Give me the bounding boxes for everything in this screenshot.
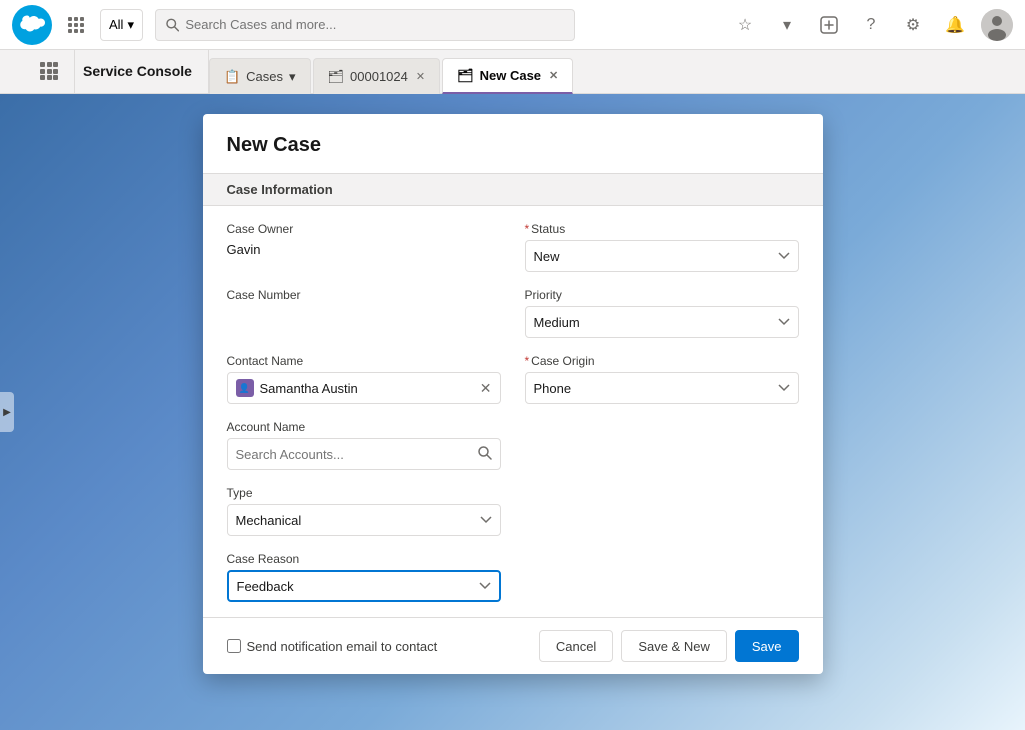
- case-origin-select[interactable]: Phone Email Web: [525, 372, 799, 404]
- notification-checkbox[interactable]: [227, 639, 241, 653]
- priority-label: Priority: [525, 288, 799, 302]
- contact-clear-button[interactable]: ✕: [480, 380, 492, 397]
- account-name-input[interactable]: [236, 447, 472, 462]
- form-row-1: Case Owner Gavin * Status New Working Es…: [227, 222, 799, 272]
- account-name-field: Account Name: [227, 420, 501, 470]
- search-input[interactable]: [185, 17, 564, 32]
- priority-select[interactable]: Low Medium High: [525, 306, 799, 338]
- search-filter-select[interactable]: All ▾: [100, 9, 143, 41]
- modal-footer: Send notification email to contact Cance…: [203, 617, 823, 674]
- notification-checkbox-label[interactable]: Send notification email to contact: [247, 639, 438, 654]
- type-spacer: [525, 486, 799, 536]
- modal-body: Case Owner Gavin * Status New Working Es…: [203, 206, 823, 617]
- tab-new-case[interactable]: 🗂 New Case ✕: [442, 58, 573, 94]
- sidebar-toggle[interactable]: ▶: [0, 392, 14, 432]
- favorites-dropdown-button[interactable]: ▾: [771, 9, 803, 41]
- contact-name-label: Contact Name: [227, 354, 501, 368]
- top-nav: All ▾ ☆ ▾ ? ⚙ 🔔: [0, 0, 1025, 50]
- save-and-new-button[interactable]: Save & New: [621, 630, 727, 662]
- case-reason-spacer: [525, 552, 799, 602]
- form-row-2: Case Number Priority Low Medium High: [227, 288, 799, 338]
- type-label: Type: [227, 486, 501, 500]
- add-button[interactable]: [813, 9, 845, 41]
- contact-name-input[interactable]: 👤 Samantha Austin ✕: [227, 372, 501, 404]
- status-select[interactable]: New Working Escalated Closed: [525, 240, 799, 272]
- account-name-spacer: [525, 420, 799, 470]
- case-owner-value: Gavin: [227, 240, 501, 259]
- notification-checkbox-wrap: Send notification email to contact: [227, 639, 531, 654]
- main-area: ▶ New Case Case Information Case Owner G…: [0, 94, 1025, 730]
- form-row-4: Account Name: [227, 420, 799, 470]
- type-select[interactable]: Mechanical Electrical Other: [227, 504, 501, 536]
- tab-cases-dropdown-icon: ▾: [289, 69, 296, 85]
- nav-actions: ☆ ▾ ? ⚙ 🔔: [729, 9, 1013, 41]
- search-filter-label: All: [109, 17, 123, 32]
- case-number-field: Case Number: [227, 288, 501, 338]
- help-button[interactable]: ?: [855, 9, 887, 41]
- tab-case-close-icon[interactable]: ✕: [416, 70, 425, 83]
- app-name: Service Console: [8, 49, 209, 93]
- tab-bar: Service Console 📋 Cases ▾ 🗂 00001024 ✕ 🗂…: [0, 50, 1025, 94]
- user-avatar[interactable]: [981, 9, 1013, 41]
- modal-header: New Case: [203, 114, 823, 173]
- account-name-label: Account Name: [227, 420, 501, 434]
- tab-case-icon: 🗂: [328, 69, 345, 85]
- case-origin-required-marker: *: [525, 354, 530, 368]
- case-number-value: [227, 306, 501, 325]
- tab-00001024[interactable]: 🗂 00001024 ✕: [313, 58, 441, 94]
- case-reason-label: Case Reason: [227, 552, 501, 566]
- notifications-button[interactable]: 🔔: [939, 9, 971, 41]
- tab-cases-label: Cases: [246, 69, 283, 84]
- case-origin-label: * Case Origin: [525, 354, 799, 368]
- tab-new-case-label: New Case: [480, 68, 541, 83]
- app-name-label: Service Console: [83, 63, 192, 79]
- favorites-button[interactable]: ☆: [729, 9, 761, 41]
- tab-new-case-icon: 🗂: [457, 68, 474, 84]
- status-required-marker: *: [525, 222, 530, 236]
- account-name-search[interactable]: [227, 438, 501, 470]
- case-reason-field: Case Reason Feedback User Breakdown Perf…: [227, 552, 501, 602]
- form-row-6: Case Reason Feedback User Breakdown Perf…: [227, 552, 799, 602]
- type-field: Type Mechanical Electrical Other: [227, 486, 501, 536]
- case-owner-field: Case Owner Gavin: [227, 222, 501, 272]
- tab-cases[interactable]: 📋 Cases ▾: [209, 58, 311, 94]
- case-number-label: Case Number: [227, 288, 501, 302]
- settings-button[interactable]: ⚙: [897, 9, 929, 41]
- tab-cases-icon: 📋: [224, 69, 240, 85]
- contact-name-value: Samantha Austin: [260, 381, 474, 396]
- case-origin-field: * Case Origin Phone Email Web: [525, 354, 799, 404]
- cancel-button[interactable]: Cancel: [539, 630, 613, 662]
- form-row-5: Type Mechanical Electrical Other: [227, 486, 799, 536]
- case-owner-label: Case Owner: [227, 222, 501, 236]
- section-header: Case Information: [203, 173, 823, 206]
- save-button[interactable]: Save: [735, 630, 799, 662]
- chevron-down-icon: ▾: [127, 17, 134, 33]
- modal-title: New Case: [227, 134, 799, 157]
- priority-field: Priority Low Medium High: [525, 288, 799, 338]
- global-search-bar[interactable]: [155, 9, 575, 41]
- form-row-3: Contact Name 👤 Samantha Austin ✕ * Case …: [227, 354, 799, 404]
- contact-name-field: Contact Name 👤 Samantha Austin ✕: [227, 354, 501, 404]
- status-field: * Status New Working Escalated Closed: [525, 222, 799, 272]
- status-label: * Status: [525, 222, 799, 236]
- tab-case-label: 00001024: [350, 69, 408, 84]
- search-icon: [166, 18, 179, 32]
- grid-icon[interactable]: [64, 13, 88, 37]
- new-case-modal: New Case Case Information Case Owner Gav…: [203, 114, 823, 674]
- case-reason-select[interactable]: Feedback User Breakdown Performance: [227, 570, 501, 602]
- salesforce-logo[interactable]: [12, 5, 52, 45]
- tab-new-case-close-icon[interactable]: ✕: [549, 69, 558, 82]
- contact-icon: 👤: [236, 379, 254, 397]
- account-search-icon: [478, 446, 492, 463]
- app-grid-icon: [24, 49, 75, 93]
